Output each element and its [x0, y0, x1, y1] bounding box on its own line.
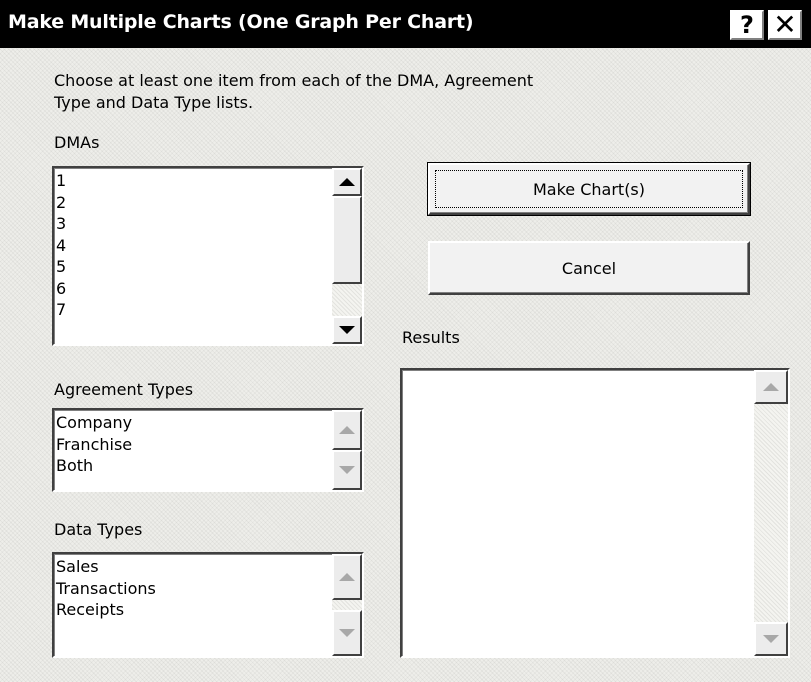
help-button[interactable]: ?	[730, 10, 764, 40]
data-types-label: Data Types	[54, 520, 143, 539]
results-listbox[interactable]	[400, 368, 790, 658]
cancel-button-label: Cancel	[561, 258, 617, 278]
agreement-types-scroll-up-button[interactable]	[332, 410, 362, 450]
agreement-types-items: Company Franchise Both	[56, 412, 132, 477]
dmas-scroll-up-button[interactable]	[332, 168, 362, 196]
close-button[interactable]: ✕	[768, 10, 802, 40]
agreement-types-label: Agreement Types	[54, 380, 194, 399]
instructions: Choose at least one item from each of th…	[54, 70, 533, 114]
dma-list-item[interactable]: 5	[56, 256, 66, 278]
arrow-up-icon	[339, 426, 355, 434]
instruction-line-1: Choose at least one item from each of th…	[54, 71, 534, 90]
agreement-type-list-item[interactable]: Company	[56, 412, 132, 434]
results-scroll-up-button[interactable]	[754, 370, 788, 404]
dma-list-item[interactable]: 7	[56, 299, 66, 321]
agreement-type-list-item[interactable]: Franchise	[56, 434, 132, 456]
dialog-title: Make Multiple Charts (One Graph Per Char…	[8, 11, 474, 33]
arrow-down-icon	[339, 629, 355, 637]
cancel-button[interactable]: Cancel	[428, 241, 750, 295]
results-label: Results	[402, 328, 460, 347]
arrow-up-icon	[339, 573, 355, 581]
make-charts-dialog: Make Multiple Charts (One Graph Per Char…	[0, 0, 811, 682]
dmas-label: DMAs	[54, 133, 100, 152]
data-types-listbox[interactable]: Sales Transactions Receipts	[52, 552, 364, 658]
instruction-line-2: Type and Data Type lists.	[54, 93, 254, 112]
dma-list-item[interactable]: 4	[56, 235, 66, 257]
data-types-scroll-up-button[interactable]	[332, 554, 362, 600]
arrow-down-icon	[339, 326, 355, 334]
dmas-scroll-thumb[interactable]	[332, 196, 362, 284]
dma-list-item[interactable]: 6	[56, 278, 66, 300]
dmas-items: 1234567	[56, 170, 66, 321]
agreement-type-list-item[interactable]: Both	[56, 455, 132, 477]
results-scrollbar[interactable]	[754, 370, 788, 656]
close-icon: ✕	[773, 8, 797, 41]
title-bar[interactable]: Make Multiple Charts (One Graph Per Char…	[0, 0, 811, 48]
data-types-scroll-down-button[interactable]	[332, 610, 362, 656]
data-types-items: Sales Transactions Receipts	[56, 556, 156, 621]
agreement-types-listbox[interactable]: Company Franchise Both	[52, 408, 364, 492]
arrow-down-icon	[339, 466, 355, 474]
data-type-list-item[interactable]: Transactions	[56, 578, 156, 600]
arrow-up-icon	[339, 178, 355, 186]
dmas-scroll-down-button[interactable]	[332, 316, 362, 344]
results-scroll-down-button[interactable]	[754, 622, 788, 656]
agreement-types-scrollbar[interactable]	[332, 410, 362, 490]
dma-list-item[interactable]: 1	[56, 170, 66, 192]
data-types-scrollbar[interactable]	[332, 554, 362, 656]
dma-list-item[interactable]: 3	[56, 213, 66, 235]
dmas-listbox[interactable]: 1234567	[52, 166, 364, 346]
dmas-scrollbar[interactable]	[332, 168, 362, 344]
question-mark-icon: ?	[740, 11, 754, 39]
agreement-types-scroll-down-button[interactable]	[332, 450, 362, 490]
data-type-list-item[interactable]: Sales	[56, 556, 156, 578]
dma-list-item[interactable]: 2	[56, 192, 66, 214]
data-type-list-item[interactable]: Receipts	[56, 599, 156, 621]
arrow-up-icon	[763, 383, 779, 391]
focus-ring	[435, 170, 743, 208]
arrow-down-icon	[763, 635, 779, 643]
make-charts-button[interactable]: Make Chart(s)	[427, 162, 751, 216]
